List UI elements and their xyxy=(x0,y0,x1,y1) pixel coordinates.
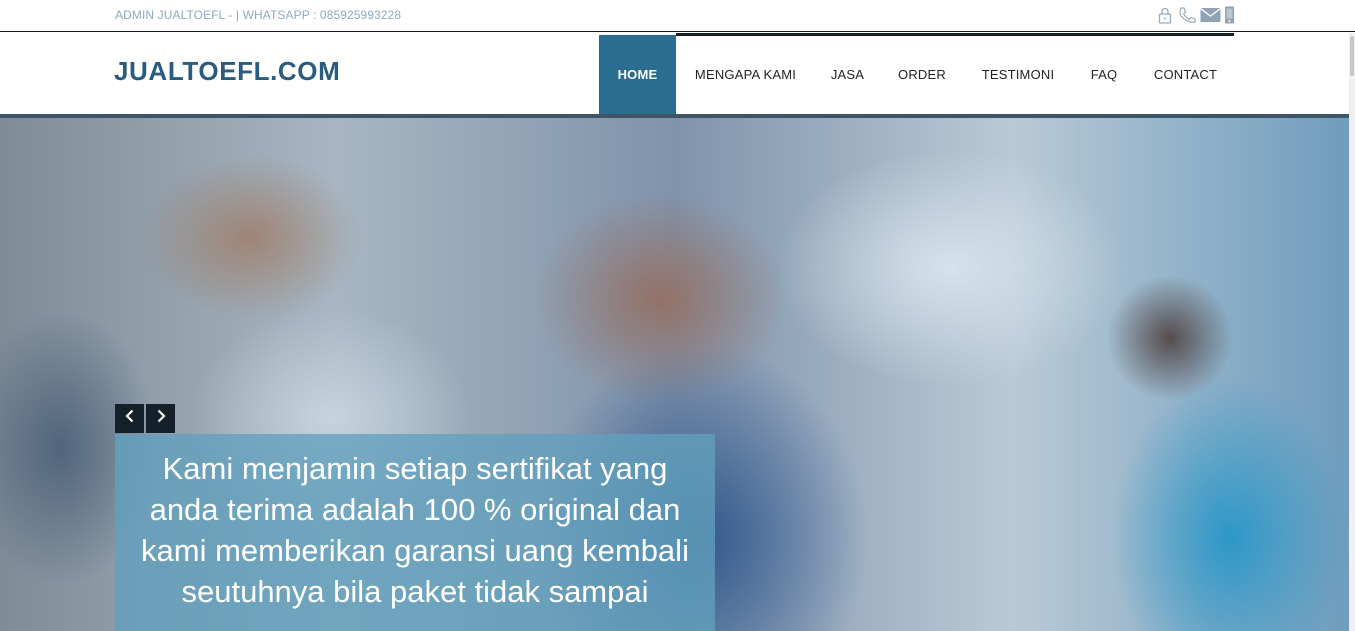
slider-prev-button[interactable] xyxy=(115,404,144,433)
phone-icon[interactable] xyxy=(1177,6,1197,24)
nav-item-jasa[interactable]: JASA xyxy=(815,35,880,114)
nav-item-testimoni[interactable]: TESTIMONI xyxy=(964,35,1072,114)
mobile-icon[interactable] xyxy=(1224,6,1235,24)
slide-caption: Kami menjamin setiap sertifikat yang and… xyxy=(115,434,715,631)
page-scrollbar-thumb[interactable] xyxy=(1350,36,1354,76)
nav-item-order[interactable]: ORDER xyxy=(880,35,964,114)
page-scrollbar[interactable] xyxy=(1349,33,1355,631)
contact-info-text: ADMIN JUALTOEFL - | WHATSAPP : 085925993… xyxy=(115,8,402,22)
nav-item-faq[interactable]: FAQ xyxy=(1072,35,1136,114)
main-nav: HOME MENGAPA KAMI JASA ORDER TESTIMONI F… xyxy=(599,35,1235,114)
nav-item-mengapa-kami[interactable]: MENGAPA KAMI xyxy=(676,35,815,114)
mail-icon[interactable] xyxy=(1200,7,1221,23)
nav-item-contact[interactable]: CONTACT xyxy=(1136,35,1235,114)
chevron-right-icon xyxy=(155,409,167,428)
slider-next-button[interactable] xyxy=(146,404,175,433)
top-bar-icons xyxy=(1156,5,1235,25)
top-bar: ADMIN JUALTOEFL - | WHATSAPP : 085925993… xyxy=(0,0,1355,32)
chevron-left-icon xyxy=(124,409,136,428)
nav-item-home[interactable]: HOME xyxy=(599,35,676,114)
lock-icon[interactable] xyxy=(1156,6,1174,24)
slide-caption-text: Kami menjamin setiap sertifikat yang and… xyxy=(141,451,689,609)
site-logo[interactable]: JUALTOEFL.COM xyxy=(114,56,340,87)
